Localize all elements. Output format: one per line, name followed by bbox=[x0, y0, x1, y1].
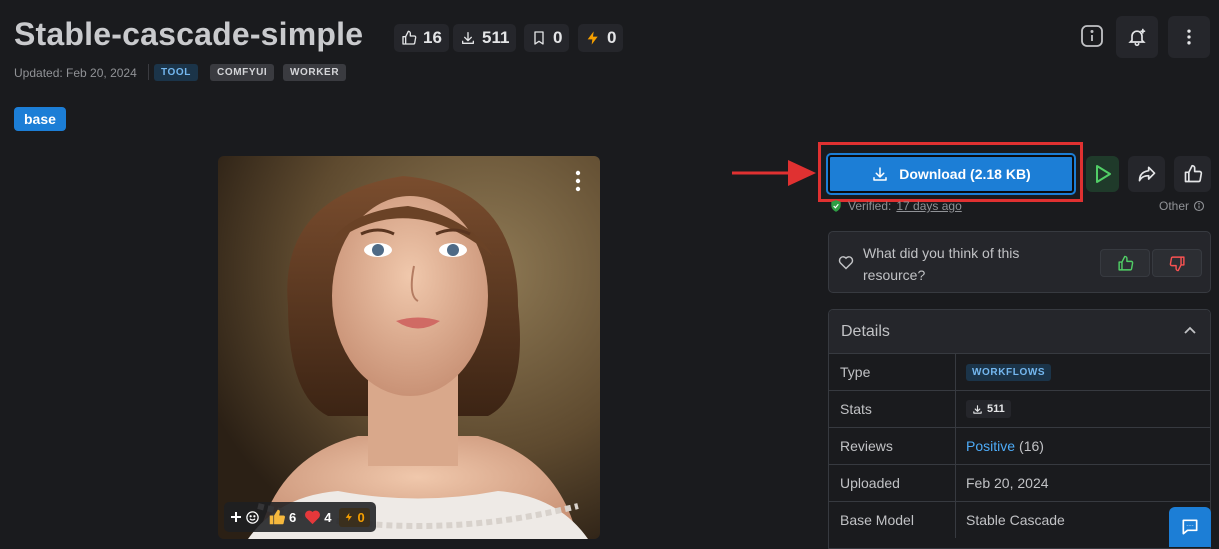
updated-date: Updated: Feb 20, 2024 bbox=[14, 66, 137, 80]
share-icon bbox=[1138, 166, 1155, 182]
more-vertical-icon bbox=[1187, 29, 1191, 45]
download-label: Download (2.18 KB) bbox=[899, 166, 1031, 182]
details-heading: Details bbox=[841, 322, 890, 340]
buzz-tip-button[interactable]: 0 bbox=[339, 507, 370, 527]
chevron-up-icon bbox=[1184, 326, 1196, 334]
like-button[interactable] bbox=[1174, 156, 1211, 192]
stats-downloads-value: 511 bbox=[987, 403, 1005, 415]
reviews-key: Reviews bbox=[829, 428, 956, 464]
info-circle-icon bbox=[1193, 200, 1205, 212]
bolt-icon bbox=[346, 512, 353, 522]
share-button[interactable] bbox=[1128, 156, 1165, 192]
details-row-reviews: Reviews Positive (16) bbox=[829, 427, 1210, 464]
download-icon bbox=[462, 31, 474, 44]
annotation-arrow bbox=[732, 160, 816, 186]
preview-image[interactable] bbox=[218, 156, 600, 539]
details-panel: Details Type WORKFLOWS Stats 511 Reviews… bbox=[828, 309, 1211, 549]
add-reaction-button[interactable] bbox=[230, 510, 260, 525]
chat-icon bbox=[1182, 519, 1198, 535]
heart-icon bbox=[305, 510, 321, 525]
reviews-count: (16) bbox=[1019, 438, 1044, 454]
buzz-reaction-count: 0 bbox=[357, 509, 365, 525]
thumbs-up-icon bbox=[1184, 164, 1202, 183]
buzz-stat: 0 bbox=[578, 24, 624, 52]
buzz-count: 0 bbox=[607, 28, 617, 47]
tag-comfyui[interactable]: COMFYUI bbox=[210, 64, 275, 81]
uploaded-value: Feb 20, 2024 bbox=[966, 475, 1049, 491]
verified-prefix: Verified: bbox=[848, 199, 892, 213]
heart-outline-icon bbox=[838, 256, 854, 270]
details-row-uploaded: Uploaded Feb 20, 2024 bbox=[829, 464, 1210, 501]
likes-stat: 16 bbox=[394, 24, 449, 52]
base-model-badge[interactable]: base bbox=[14, 107, 66, 131]
thumbs-reaction[interactable]: 6 bbox=[268, 509, 296, 525]
shield-check-icon bbox=[831, 200, 841, 212]
heart-count: 4 bbox=[324, 509, 332, 525]
heart-reaction[interactable]: 4 bbox=[304, 509, 331, 525]
download-icon bbox=[873, 167, 888, 181]
feedback-thumbs-down-button[interactable] bbox=[1152, 249, 1202, 277]
thumbs-down-icon bbox=[1169, 255, 1185, 271]
run-button[interactable] bbox=[1086, 156, 1119, 192]
downloads-count: 511 bbox=[482, 28, 510, 47]
notify-button[interactable] bbox=[1116, 16, 1158, 58]
bolt-icon bbox=[587, 31, 598, 45]
stats-key: Stats bbox=[829, 391, 956, 427]
thumbs-count: 6 bbox=[289, 509, 297, 525]
thumbs-up-icon bbox=[402, 30, 417, 45]
bookmarks-stat: 0 bbox=[524, 24, 570, 52]
tag-worker[interactable]: WORKER bbox=[283, 64, 347, 81]
type-badge[interactable]: WORKFLOWS bbox=[966, 363, 1052, 381]
page-title: Stable-cascade-simple bbox=[14, 16, 364, 52]
play-icon bbox=[1095, 165, 1111, 183]
bookmark-icon bbox=[534, 31, 544, 45]
tag-tool[interactable]: TOOL bbox=[154, 64, 198, 81]
other-label: Other bbox=[1159, 199, 1190, 213]
plus-icon bbox=[231, 512, 241, 522]
base-model-key: Base Model bbox=[829, 502, 956, 538]
image-menu-button[interactable] bbox=[574, 170, 582, 192]
bell-plus-icon bbox=[1128, 28, 1146, 47]
smile-icon bbox=[246, 510, 259, 524]
feedback-question: What did you think of this resource? bbox=[863, 245, 1020, 283]
bookmarks-count: 0 bbox=[553, 28, 563, 47]
verified-time-link[interactable]: 17 days ago bbox=[896, 199, 961, 213]
verified-status: Verified: 17 days ago bbox=[829, 199, 962, 213]
info-icon bbox=[1081, 25, 1103, 47]
reviews-positive-link[interactable]: Positive bbox=[966, 438, 1015, 454]
type-key: Type bbox=[829, 354, 956, 390]
license-other[interactable]: Other bbox=[1159, 199, 1205, 213]
downloads-stat: 511 bbox=[453, 24, 517, 52]
likes-count: 16 bbox=[423, 28, 442, 47]
details-row-stats: Stats 511 bbox=[829, 390, 1210, 427]
more-button[interactable] bbox=[1168, 16, 1210, 58]
download-icon bbox=[973, 404, 982, 414]
chat-button[interactable] bbox=[1169, 507, 1211, 547]
thumbs-up-emoji-icon bbox=[269, 509, 285, 525]
feedback-card: What did you think of this resource? bbox=[828, 231, 1211, 293]
feedback-thumbs-up-button[interactable] bbox=[1100, 249, 1150, 277]
more-vertical-icon bbox=[575, 170, 581, 192]
uploaded-key: Uploaded bbox=[829, 465, 956, 501]
info-button[interactable] bbox=[1078, 22, 1106, 50]
reaction-bar: 6 4 0 bbox=[224, 502, 376, 532]
details-row-base-model: Base Model Stable Cascade bbox=[829, 501, 1210, 538]
details-row-type: Type WORKFLOWS bbox=[829, 353, 1210, 390]
stats-downloads-badge: 511 bbox=[966, 400, 1011, 418]
thumbs-up-icon bbox=[1117, 255, 1133, 271]
divider bbox=[148, 64, 149, 80]
download-button[interactable]: Download (2.18 KB) bbox=[826, 153, 1076, 195]
portrait-illustration bbox=[218, 156, 600, 539]
details-header[interactable]: Details bbox=[829, 310, 1210, 353]
